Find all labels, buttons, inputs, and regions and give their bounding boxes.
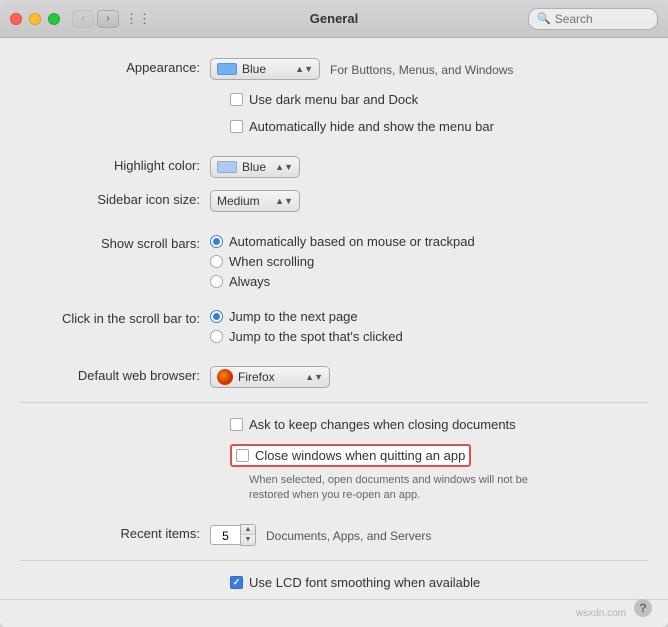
click-spot-radio[interactable] bbox=[210, 330, 223, 343]
highlight-color-arrow: ▲▼ bbox=[275, 162, 293, 172]
close-windows-highlight: Close windows when quitting an app bbox=[230, 444, 471, 467]
back-button[interactable]: ‹ bbox=[72, 10, 94, 28]
highlight-color-dropdown[interactable]: Blue ▲▼ bbox=[210, 156, 300, 178]
watermark: wsxdn.com bbox=[576, 608, 626, 619]
appearance-dropdown-value: Blue bbox=[242, 62, 291, 76]
lcd-smoothing-label: Use LCD font smoothing when available bbox=[249, 575, 480, 590]
lcd-smoothing-row: Use LCD font smoothing when available bbox=[0, 575, 668, 590]
search-icon: 🔍 bbox=[537, 12, 551, 25]
scroll-scrolling-radio[interactable] bbox=[210, 255, 223, 268]
stepper-arrows: ▲ ▼ bbox=[240, 524, 256, 546]
ask-keep-changes-row: Ask to keep changes when closing documen… bbox=[0, 417, 668, 432]
close-windows-checkbox-row[interactable]: Close windows when quitting an app bbox=[230, 444, 638, 467]
close-windows-help: When selected, open documents and window… bbox=[230, 473, 550, 504]
web-browser-value: Firefox bbox=[238, 370, 301, 384]
close-windows-content: Close windows when quitting an app When … bbox=[230, 444, 638, 504]
firefox-icon bbox=[217, 369, 233, 385]
sidebar-icon-size-row: Sidebar icon size: Medium ▲▼ bbox=[0, 190, 668, 212]
auto-hide-menu-label: Automatically hide and show the menu bar bbox=[249, 119, 494, 134]
recent-items-label: Recent items: bbox=[30, 524, 200, 541]
appearance-description: For Buttons, Menus, and Windows bbox=[330, 61, 513, 77]
settings-content: Appearance: Blue ▲▼ For Buttons, Menus, … bbox=[0, 38, 668, 599]
recent-items-description: Documents, Apps, and Servers bbox=[266, 527, 431, 543]
recent-items-row: Recent items: 5 ▲ ▼ Documents, Apps, and… bbox=[0, 524, 668, 546]
scroll-auto-radio-row[interactable]: Automatically based on mouse or trackpad bbox=[210, 234, 638, 249]
forward-button[interactable]: › bbox=[97, 10, 119, 28]
show-scroll-bars-row: Show scroll bars: Automatically based on… bbox=[0, 234, 668, 289]
web-browser-arrow: ▲▼ bbox=[305, 372, 323, 382]
scroll-always-radio-row[interactable]: Always bbox=[210, 274, 638, 289]
recent-items-value: 5 bbox=[210, 525, 240, 545]
scroll-always-radio[interactable] bbox=[210, 275, 223, 288]
auto-hide-menu-checkbox-row[interactable]: Automatically hide and show the menu bar bbox=[230, 119, 494, 134]
ask-keep-changes-checkbox-row[interactable]: Ask to keep changes when closing documen… bbox=[230, 417, 516, 432]
scroll-scrolling-label: When scrolling bbox=[229, 254, 314, 269]
highlight-color-swatch bbox=[217, 161, 237, 173]
show-scroll-bars-label: Show scroll bars: bbox=[30, 234, 200, 251]
titlebar: ‹ › ⋮⋮ General 🔍 bbox=[0, 0, 668, 38]
click-scroll-row: Click in the scroll bar to: Jump to the … bbox=[0, 309, 668, 344]
sidebar-icon-size-label: Sidebar icon size: bbox=[30, 190, 200, 207]
appearance-row: Appearance: Blue ▲▼ For Buttons, Menus, … bbox=[0, 58, 668, 80]
appearance-content: Blue ▲▼ For Buttons, Menus, and Windows bbox=[210, 58, 638, 80]
appearance-dropdown[interactable]: Blue ▲▼ bbox=[210, 58, 320, 80]
search-input[interactable] bbox=[555, 12, 649, 26]
window-bottom: wsxdn.com ? bbox=[0, 599, 668, 627]
stepper-up[interactable]: ▲ bbox=[241, 525, 255, 535]
lcd-smoothing-checkbox-row[interactable]: Use LCD font smoothing when available bbox=[230, 575, 480, 590]
dark-menu-bar-checkbox[interactable] bbox=[230, 93, 243, 106]
sidebar-icon-size-value: Medium bbox=[217, 194, 271, 208]
click-next-label: Jump to the next page bbox=[229, 309, 358, 324]
appearance-dropdown-arrow: ▲▼ bbox=[295, 64, 313, 74]
auto-hide-menu-checkbox[interactable] bbox=[230, 120, 243, 133]
search-box[interactable]: 🔍 bbox=[528, 8, 658, 30]
web-browser-row: Default web browser: Firefox ▲▼ bbox=[0, 366, 668, 388]
appearance-color-swatch bbox=[217, 63, 237, 75]
close-windows-row: Close windows when quitting an app When … bbox=[0, 444, 668, 504]
click-scroll-label: Click in the scroll bar to: bbox=[30, 309, 200, 326]
recent-items-stepper[interactable]: 5 ▲ ▼ bbox=[210, 524, 256, 546]
grid-button[interactable]: ⋮⋮ bbox=[127, 10, 149, 28]
ask-keep-changes-checkbox[interactable] bbox=[230, 418, 243, 431]
window-title: General bbox=[310, 11, 358, 26]
web-browser-label: Default web browser: bbox=[30, 366, 200, 383]
click-next-radio[interactable] bbox=[210, 310, 223, 323]
scroll-scrolling-radio-row[interactable]: When scrolling bbox=[210, 254, 638, 269]
auto-hide-menu-row: Automatically hide and show the menu bar bbox=[0, 119, 668, 134]
scroll-auto-label: Automatically based on mouse or trackpad bbox=[229, 234, 475, 249]
ask-keep-changes-label: Ask to keep changes when closing documen… bbox=[249, 417, 516, 432]
click-scroll-options: Jump to the next page Jump to the spot t… bbox=[210, 309, 638, 344]
nav-buttons: ‹ › bbox=[72, 10, 119, 28]
sidebar-icon-size-dropdown[interactable]: Medium ▲▼ bbox=[210, 190, 300, 212]
maximize-button[interactable] bbox=[48, 13, 60, 25]
scroll-auto-radio[interactable] bbox=[210, 235, 223, 248]
highlight-color-label: Highlight color: bbox=[30, 156, 200, 173]
close-windows-checkbox[interactable] bbox=[236, 449, 249, 462]
stepper-down[interactable]: ▼ bbox=[241, 535, 255, 545]
dark-menu-bar-label: Use dark menu bar and Dock bbox=[249, 92, 418, 107]
web-browser-dropdown[interactable]: Firefox ▲▼ bbox=[210, 366, 330, 388]
click-spot-radio-row[interactable]: Jump to the spot that's clicked bbox=[210, 329, 638, 344]
click-spot-label: Jump to the spot that's clicked bbox=[229, 329, 403, 344]
sidebar-icon-size-arrow: ▲▼ bbox=[275, 196, 293, 206]
help-button[interactable]: ? bbox=[634, 599, 652, 617]
separator-2 bbox=[20, 560, 648, 561]
highlight-color-row: Highlight color: Blue ▲▼ bbox=[0, 156, 668, 178]
appearance-label: Appearance: bbox=[30, 58, 200, 75]
show-scroll-bars-options: Automatically based on mouse or trackpad… bbox=[210, 234, 638, 289]
close-windows-label: Close windows when quitting an app bbox=[255, 448, 465, 463]
scroll-always-label: Always bbox=[229, 274, 270, 289]
dark-menu-bar-row: Use dark menu bar and Dock bbox=[0, 92, 668, 107]
minimize-button[interactable] bbox=[29, 13, 41, 25]
dark-menu-bar-checkbox-row[interactable]: Use dark menu bar and Dock bbox=[230, 92, 418, 107]
close-button[interactable] bbox=[10, 13, 22, 25]
click-next-radio-row[interactable]: Jump to the next page bbox=[210, 309, 638, 324]
highlight-color-value: Blue bbox=[242, 160, 271, 174]
traffic-lights bbox=[10, 13, 60, 25]
lcd-smoothing-checkbox[interactable] bbox=[230, 576, 243, 589]
separator-1 bbox=[20, 402, 648, 403]
settings-window: ‹ › ⋮⋮ General 🔍 Appearance: Blue ▲▼ bbox=[0, 0, 668, 627]
